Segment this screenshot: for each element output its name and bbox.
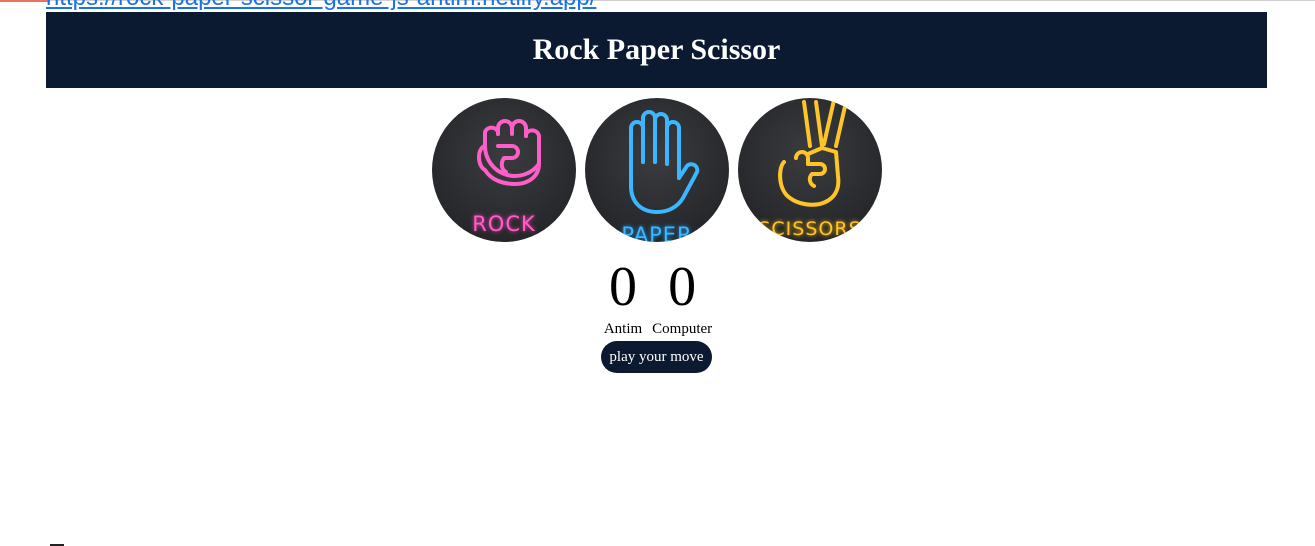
user-score: 0: [609, 256, 637, 318]
header-banner: Rock Paper Scissor: [46, 12, 1267, 88]
message-badge: play your move: [601, 341, 712, 373]
top-accent-bar: [0, 0, 50, 2]
computer-score-block: 0 Computer: [652, 256, 712, 338]
scissors-choice[interactable]: SCISSORS: [738, 98, 882, 242]
choices-row: ROCK PAPER SCISSORS: [432, 98, 882, 242]
computer-name: Computer: [652, 321, 713, 337]
user-score-block: 0 Antim: [604, 256, 642, 338]
paper-choice[interactable]: PAPER: [585, 98, 729, 242]
paper-label: PAPER: [621, 223, 693, 242]
computer-score: 0: [668, 256, 697, 318]
page-title: Rock Paper Scissor: [532, 33, 781, 66]
rock-label: ROCK: [472, 212, 536, 236]
page-url-link[interactable]: https://rock-paper-scissor-game-js-antim…: [46, 0, 596, 10]
scissors-label: SCISSORS: [758, 218, 862, 240]
user-name: Antim: [603, 321, 643, 337]
open-hand-icon: [629, 110, 700, 214]
scoreboard: 0 Antim 0 Computer: [596, 256, 720, 338]
rock-choice[interactable]: ROCK: [432, 98, 576, 242]
